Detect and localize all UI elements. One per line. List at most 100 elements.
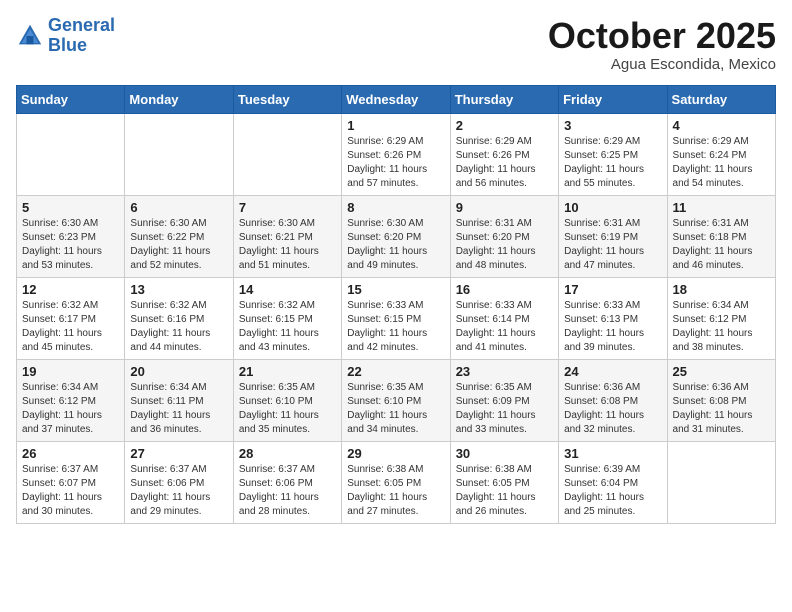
day-number: 7 [239,200,336,215]
day-cell: 7 Sunrise: 6:30 AM Sunset: 6:21 PM Daylig… [233,195,341,277]
day-info: Sunrise: 6:31 AM Sunset: 6:18 PM Dayligh… [673,217,770,273]
day-info: Sunrise: 6:29 AM Sunset: 6:26 PM Dayligh… [347,135,444,191]
day-number: 9 [456,200,553,215]
day-cell: 11 Sunrise: 6:31 AM Sunset: 6:18 PM Dayli… [667,195,775,277]
logo: General Blue [16,16,115,56]
week-row-5: 26 Sunrise: 6:37 AM Sunset: 6:07 PM Dayli… [17,441,776,523]
day-info: Sunrise: 6:37 AM Sunset: 6:06 PM Dayligh… [130,463,227,519]
day-info: Sunrise: 6:33 AM Sunset: 6:15 PM Dayligh… [347,299,444,355]
weekday-header-monday: Monday [125,85,233,113]
day-info: Sunrise: 6:36 AM Sunset: 6:08 PM Dayligh… [673,381,770,437]
day-number: 24 [564,364,661,379]
day-number: 12 [22,282,119,297]
day-number: 29 [347,446,444,461]
day-info: Sunrise: 6:34 AM Sunset: 6:12 PM Dayligh… [673,299,770,355]
day-number: 25 [673,364,770,379]
day-number: 26 [22,446,119,461]
day-info: Sunrise: 6:30 AM Sunset: 6:22 PM Dayligh… [130,217,227,273]
day-cell: 1 Sunrise: 6:29 AM Sunset: 6:26 PM Daylig… [342,113,450,195]
day-number: 11 [673,200,770,215]
day-cell: 2Sunrise: 6:29 AM Sunset: 6:26 PM Daylig… [450,113,558,195]
month-title: October 2025 [548,16,776,56]
day-number: 22 [347,364,444,379]
day-info: Sunrise: 6:32 AM Sunset: 6:17 PM Dayligh… [22,299,119,355]
day-number: 20 [130,364,227,379]
day-number: 30 [456,446,553,461]
day-cell: 19 Sunrise: 6:34 AM Sunset: 6:12 PM Dayli… [17,359,125,441]
day-info: Sunrise: 6:36 AM Sunset: 6:08 PM Dayligh… [564,381,661,437]
day-info: Sunrise: 6:37 AM Sunset: 6:07 PM Dayligh… [22,463,119,519]
day-number: 13 [130,282,227,297]
day-cell: 28 Sunrise: 6:37 AM Sunset: 6:06 PM Dayli… [233,441,341,523]
location-subtitle: Agua Escondida, Mexico [548,56,776,73]
day-info: Sunrise: 6:32 AM Sunset: 6:15 PM Dayligh… [239,299,336,355]
week-row-4: 19 Sunrise: 6:34 AM Sunset: 6:12 PM Dayli… [17,359,776,441]
day-cell: 8Sunrise: 6:30 AM Sunset: 6:20 PM Daylig… [342,195,450,277]
day-cell: 9 Sunrise: 6:31 AM Sunset: 6:20 PM Daylig… [450,195,558,277]
day-number: 21 [239,364,336,379]
day-cell: 6 Sunrise: 6:30 AM Sunset: 6:22 PM Daylig… [125,195,233,277]
day-cell: 12 Sunrise: 6:32 AM Sunset: 6:17 PM Dayli… [17,277,125,359]
day-cell [233,113,341,195]
day-info: Sunrise: 6:35 AM Sunset: 6:09 PM Dayligh… [456,381,553,437]
calendar-table: SundayMondayTuesdayWednesdayThursdayFrid… [16,85,776,524]
day-cell: 4Sunrise: 6:29 AM Sunset: 6:24 PM Daylig… [667,113,775,195]
day-number: 31 [564,446,661,461]
day-info: Sunrise: 6:35 AM Sunset: 6:10 PM Dayligh… [347,381,444,437]
day-number: 28 [239,446,336,461]
day-info: Sunrise: 6:39 AM Sunset: 6:04 PM Dayligh… [564,463,661,519]
day-cell: 15Sunrise: 6:33 AM Sunset: 6:15 PM Dayli… [342,277,450,359]
day-info: Sunrise: 6:30 AM Sunset: 6:21 PM Dayligh… [239,217,336,273]
day-number: 5 [22,200,119,215]
day-cell: 14 Sunrise: 6:32 AM Sunset: 6:15 PM Dayli… [233,277,341,359]
day-info: Sunrise: 6:33 AM Sunset: 6:14 PM Dayligh… [456,299,553,355]
day-info: Sunrise: 6:31 AM Sunset: 6:20 PM Dayligh… [456,217,553,273]
day-number: 14 [239,282,336,297]
day-cell: 17 Sunrise: 6:33 AM Sunset: 6:13 PM Dayli… [559,277,667,359]
day-cell: 23 Sunrise: 6:35 AM Sunset: 6:09 PM Dayli… [450,359,558,441]
day-info: Sunrise: 6:31 AM Sunset: 6:19 PM Dayligh… [564,217,661,273]
day-cell: 5 Sunrise: 6:30 AM Sunset: 6:23 PM Daylig… [17,195,125,277]
day-cell [125,113,233,195]
day-number: 4 [673,118,770,133]
day-number: 17 [564,282,661,297]
day-info: Sunrise: 6:38 AM Sunset: 6:05 PM Dayligh… [347,463,444,519]
week-row-1: 1 Sunrise: 6:29 AM Sunset: 6:26 PM Daylig… [17,113,776,195]
day-cell: 29 Sunrise: 6:38 AM Sunset: 6:05 PM Dayli… [342,441,450,523]
day-number: 1 [347,118,444,133]
day-number: 10 [564,200,661,215]
week-row-2: 5 Sunrise: 6:30 AM Sunset: 6:23 PM Daylig… [17,195,776,277]
day-info: Sunrise: 6:37 AM Sunset: 6:06 PM Dayligh… [239,463,336,519]
day-info: Sunrise: 6:34 AM Sunset: 6:11 PM Dayligh… [130,381,227,437]
logo-icon [16,22,44,50]
page-header: General Blue October 2025 Agua Escondida… [16,16,776,73]
day-cell: 31 Sunrise: 6:39 AM Sunset: 6:04 PM Dayli… [559,441,667,523]
day-cell: 27Sunrise: 6:37 AM Sunset: 6:06 PM Dayli… [125,441,233,523]
day-cell: 25 Sunrise: 6:36 AM Sunset: 6:08 PM Dayli… [667,359,775,441]
day-info: Sunrise: 6:30 AM Sunset: 6:23 PM Dayligh… [22,217,119,273]
day-info: Sunrise: 6:29 AM Sunset: 6:25 PM Dayligh… [564,135,661,191]
weekday-header-wednesday: Wednesday [342,85,450,113]
day-cell: 13Sunrise: 6:32 AM Sunset: 6:16 PM Dayli… [125,277,233,359]
day-info: Sunrise: 6:33 AM Sunset: 6:13 PM Dayligh… [564,299,661,355]
day-cell: 24 Sunrise: 6:36 AM Sunset: 6:08 PM Dayli… [559,359,667,441]
day-cell [17,113,125,195]
day-info: Sunrise: 6:30 AM Sunset: 6:20 PM Dayligh… [347,217,444,273]
weekday-header-friday: Friday [559,85,667,113]
weekday-header-sunday: Sunday [17,85,125,113]
day-info: Sunrise: 6:34 AM Sunset: 6:12 PM Dayligh… [22,381,119,437]
day-cell: 16 Sunrise: 6:33 AM Sunset: 6:14 PM Dayli… [450,277,558,359]
day-cell: 3Sunrise: 6:29 AM Sunset: 6:25 PM Daylig… [559,113,667,195]
logo-line2: Blue [48,35,87,55]
day-number: 6 [130,200,227,215]
day-number: 19 [22,364,119,379]
day-info: Sunrise: 6:35 AM Sunset: 6:10 PM Dayligh… [239,381,336,437]
title-block: October 2025 Agua Escondida, Mexico [548,16,776,73]
day-number: 18 [673,282,770,297]
day-cell: 26 Sunrise: 6:37 AM Sunset: 6:07 PM Dayli… [17,441,125,523]
day-number: 23 [456,364,553,379]
day-info: Sunrise: 6:38 AM Sunset: 6:05 PM Dayligh… [456,463,553,519]
day-number: 16 [456,282,553,297]
day-cell: 18 Sunrise: 6:34 AM Sunset: 6:12 PM Dayli… [667,277,775,359]
day-cell: 10 Sunrise: 6:31 AM Sunset: 6:19 PM Dayli… [559,195,667,277]
